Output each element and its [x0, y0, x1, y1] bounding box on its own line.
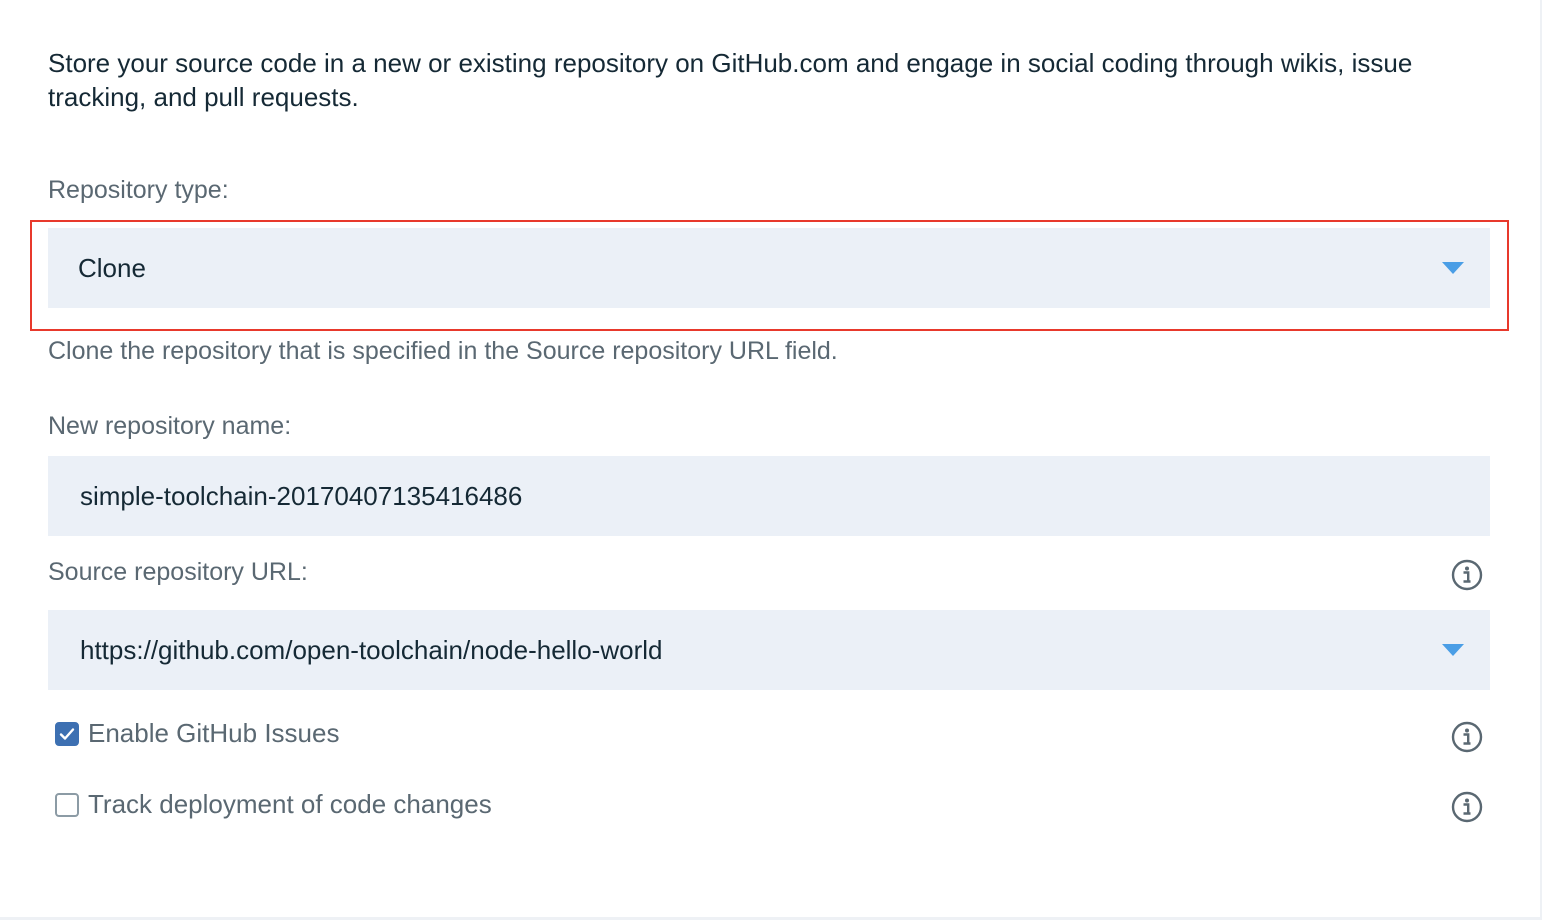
repository-type-label: Repository type:: [48, 176, 229, 204]
repository-settings-panel: Store your source code in a new or exist…: [0, 0, 1542, 920]
repository-type-helper: Clone the repository that is specified i…: [48, 337, 838, 365]
enable-github-issues-checkbox[interactable]: [55, 721, 79, 746]
intro-description: Store your source code in a new or exist…: [48, 48, 1413, 112]
source-repository-url-select[interactable]: https://github.com/open-toolchain/node-h…: [48, 610, 1490, 690]
checkmark-icon: [59, 727, 75, 740]
info-icon[interactable]: [1451, 559, 1483, 591]
info-icon[interactable]: [1451, 721, 1483, 753]
track-deployment-label: Track deployment of code changes: [88, 789, 492, 819]
repository-type-value: Clone: [78, 252, 146, 283]
source-repository-url-label: Source repository URL:: [48, 558, 308, 586]
source-repository-url-value: https://github.com/open-toolchain/node-h…: [80, 634, 663, 665]
new-repository-name-label: New repository name:: [48, 412, 292, 440]
enable-github-issues-option[interactable]: Enable GitHub Issues: [55, 718, 339, 749]
track-deployment-option[interactable]: Track deployment of code changes: [55, 789, 492, 820]
repository-type-select[interactable]: Clone: [48, 228, 1490, 308]
new-repository-name-value: simple-toolchain-20170407135416486: [80, 480, 523, 511]
chevron-down-icon[interactable]: [1442, 644, 1464, 656]
info-icon[interactable]: [1451, 791, 1483, 823]
enable-github-issues-label: Enable GitHub Issues: [88, 718, 340, 748]
track-deployment-checkbox[interactable]: [55, 792, 79, 817]
chevron-down-icon[interactable]: [1442, 262, 1464, 274]
new-repository-name-input[interactable]: simple-toolchain-20170407135416486: [48, 456, 1490, 536]
